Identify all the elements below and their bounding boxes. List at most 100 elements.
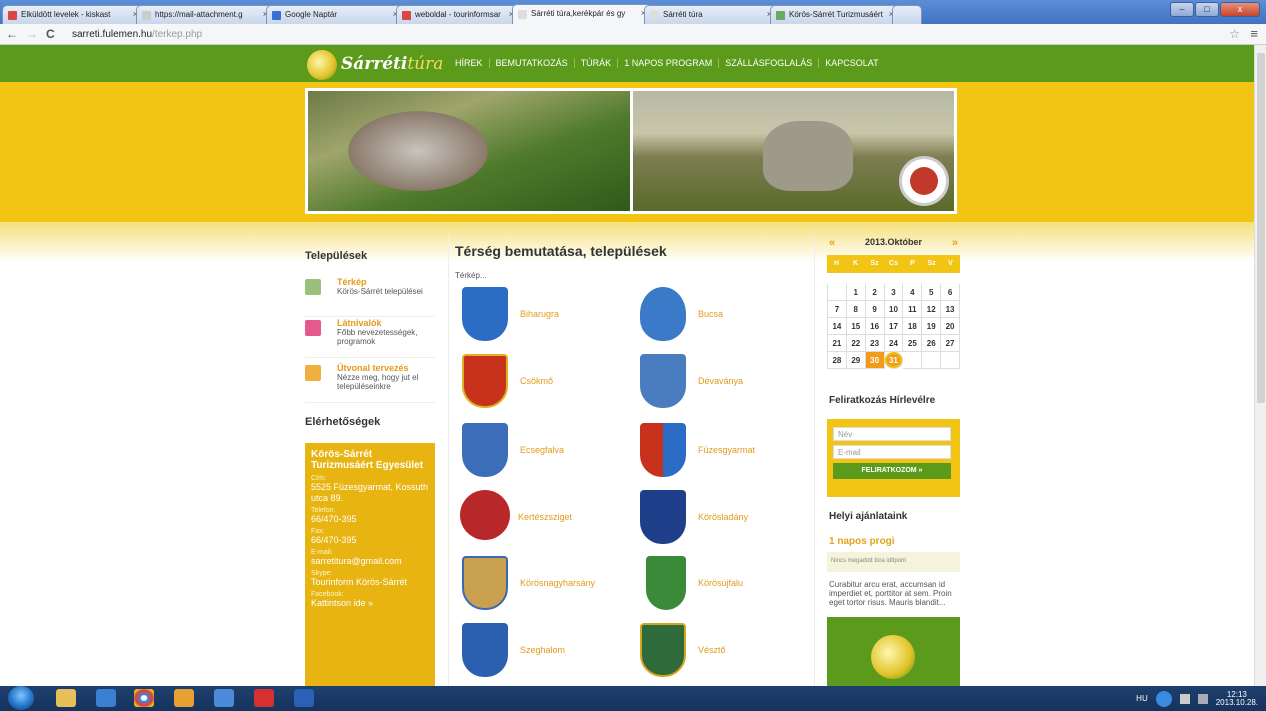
forward-button[interactable]: → — [26, 27, 38, 41]
town-biharugra[interactable]: Biharugra — [462, 287, 632, 342]
calendar-day[interactable]: 21 — [828, 335, 847, 352]
browser-tab[interactable]: Google Naptár× — [266, 5, 404, 24]
calendar-day[interactable]: 28 — [828, 352, 847, 369]
nav-turak[interactable]: TÚRÁK — [573, 58, 618, 68]
browser-tab[interactable]: Sárréti túra× — [644, 5, 778, 24]
calendar-day[interactable]: 14 — [828, 318, 847, 335]
volume-icon[interactable] — [1197, 693, 1208, 704]
browser-tab[interactable]: https://mail-attachment.g× — [136, 5, 274, 24]
browser-tab[interactable]: weboldal - tourinformsar× — [396, 5, 520, 24]
nav-bemutatkozas[interactable]: BEMUTATKOZÁS — [488, 58, 574, 68]
calendar-prev-button[interactable]: « — [829, 237, 835, 249]
calendar-day[interactable]: 11 — [903, 301, 923, 318]
calendar-day[interactable]: 20 — [941, 318, 960, 335]
town-csokmo[interactable]: Csökmő — [462, 354, 632, 409]
tray-flag-icon[interactable] — [1179, 693, 1190, 704]
url-path: /terkep.php — [152, 29, 203, 40]
calendar-day[interactable]: 6 — [941, 284, 960, 301]
weekday-label: Cs — [889, 260, 898, 267]
site-logo[interactable]: Sárrétitúra — [307, 50, 447, 80]
calendar-day[interactable]: 23 — [865, 335, 885, 352]
calendar-day[interactable]: 1 — [846, 284, 866, 301]
nav-szallasfoglalas[interactable]: SZÁLLÁSFOGLALÁS — [718, 58, 818, 68]
calendar-day[interactable]: 16 — [865, 318, 885, 335]
calendar-day[interactable]: 18 — [903, 318, 923, 335]
browser-menu-icon[interactable]: ≡ — [1250, 26, 1258, 41]
calendar-next-button[interactable]: » — [952, 237, 958, 249]
calendar-day[interactable]: 19 — [922, 318, 942, 335]
town-ecsegfalva[interactable]: Ecsegfalva — [462, 423, 632, 478]
nav-kapcsolat[interactable]: KAPCSOLAT — [818, 58, 884, 68]
save-app-taskbar-icon[interactable] — [214, 689, 234, 707]
calendar-day[interactable]: 30 — [865, 352, 885, 369]
town-korosladany[interactable]: Körösladány — [640, 490, 810, 545]
calendar-day[interactable]: 24 — [884, 335, 904, 352]
reload-button[interactable]: C — [46, 27, 55, 41]
town-devavanya[interactable]: Dévaványa — [640, 354, 810, 409]
calendar-day[interactable]: 5 — [922, 284, 942, 301]
calendar-day[interactable]: 4 — [903, 284, 923, 301]
calendar-day[interactable]: 10 — [884, 301, 904, 318]
calendar-day[interactable]: 25 — [903, 335, 923, 352]
word-taskbar-icon[interactable] — [294, 689, 314, 707]
nav-hirek[interactable]: HÍREK — [455, 58, 489, 68]
browser-tab-active[interactable]: Sárréti túra,kerékpár és gy× — [512, 4, 652, 24]
taskbar-clock[interactable]: 12:13 2013.10.28. — [1216, 690, 1258, 707]
paint-taskbar-icon[interactable] — [254, 689, 274, 707]
calendar-day[interactable]: 8 — [846, 301, 866, 318]
town-bucsa[interactable]: Bucsa — [640, 287, 810, 342]
email-link[interactable]: sarretitura@gmail.com — [311, 556, 429, 567]
address-bar: ← → C sarreti.fulemen.hu/terkep.php ☆ ≡ — [0, 24, 1266, 45]
calendar-day[interactable]: 3 — [884, 284, 904, 301]
calendar-day[interactable]: 17 — [884, 318, 904, 335]
new-tab-button[interactable] — [892, 5, 922, 24]
town-fuzesgyarmat[interactable]: Füzesgyarmat — [640, 423, 810, 478]
language-indicator[interactable]: HU — [1136, 694, 1148, 703]
back-button[interactable]: ← — [6, 27, 18, 41]
newsletter-name-input[interactable]: Név — [833, 427, 951, 441]
explorer-taskbar-icon[interactable] — [56, 689, 76, 707]
page-scrollbar[interactable] — [1254, 45, 1266, 686]
newsletter-email-input[interactable]: E-mail — [833, 445, 951, 459]
sidebar-item-route[interactable]: Útvonal tervezés Nézze meg, hogy jut el … — [305, 363, 435, 403]
town-korosujfalu[interactable]: Körösújfalu — [646, 556, 816, 611]
town-veszto[interactable]: Vésztő — [640, 623, 810, 678]
sidebar-item-map[interactable]: Térkép Körös-Sárrét települései — [305, 277, 435, 317]
town-kerteszsziget[interactable]: Kertészsziget — [460, 490, 630, 545]
start-button[interactable] — [8, 686, 34, 710]
app-taskbar-icon[interactable] — [174, 689, 194, 707]
one-day-program-link[interactable]: 1 napos progi — [829, 536, 895, 547]
help-icon[interactable] — [1155, 690, 1172, 707]
town-korosnagyharsany[interactable]: Körösnagyharsány — [462, 556, 632, 611]
skype-label: Skype: — [311, 570, 333, 577]
calendar-day[interactable]: 29 — [846, 352, 866, 369]
calendar-day[interactable]: 13 — [941, 301, 960, 318]
town-szeghalom[interactable]: Szeghalom — [462, 623, 632, 678]
facebook-link[interactable]: Kattintson ide » — [311, 598, 429, 609]
calendar-day[interactable]: 31 — [884, 352, 904, 369]
chrome-taskbar-icon[interactable] — [134, 689, 154, 707]
close-window-button[interactable]: x — [1220, 2, 1260, 17]
sidebar-item-sights[interactable]: Látnivalók Főbb nevezetességek, programo… — [305, 318, 435, 358]
window-controls: – □ x — [1170, 2, 1260, 17]
media-taskbar-icon[interactable] — [96, 689, 116, 707]
calendar-day[interactable]: 2 — [865, 284, 885, 301]
calendar-day[interactable]: 12 — [922, 301, 942, 318]
promo-box[interactable] — [827, 617, 960, 686]
nav-1-napos-program[interactable]: 1 NAPOS PROGRAM — [617, 58, 718, 68]
calendar-day[interactable]: 27 — [941, 335, 960, 352]
minimize-button[interactable]: – — [1170, 2, 1194, 17]
calendar-day[interactable]: 15 — [846, 318, 866, 335]
bookmark-star-icon[interactable]: ☆ — [1229, 27, 1240, 41]
maximize-button[interactable]: □ — [1195, 2, 1219, 17]
url-field[interactable]: sarreti.fulemen.hu/terkep.php — [72, 29, 202, 40]
subscribe-button[interactable]: FELIRATKOZOM » — [833, 463, 951, 479]
calendar-day[interactable]: 9 — [865, 301, 885, 318]
browser-tab[interactable]: Körös-Sárrét Turizmusáért× — [770, 5, 900, 24]
url-domain: sarreti.fulemen.hu — [72, 29, 153, 40]
calendar-day[interactable]: 26 — [922, 335, 942, 352]
browser-tab[interactable]: Elküldött levelek - kiskast× — [2, 5, 144, 24]
scrollbar-thumb[interactable] — [1257, 53, 1265, 403]
calendar-day[interactable]: 7 — [828, 301, 847, 318]
calendar-day[interactable]: 22 — [846, 335, 866, 352]
